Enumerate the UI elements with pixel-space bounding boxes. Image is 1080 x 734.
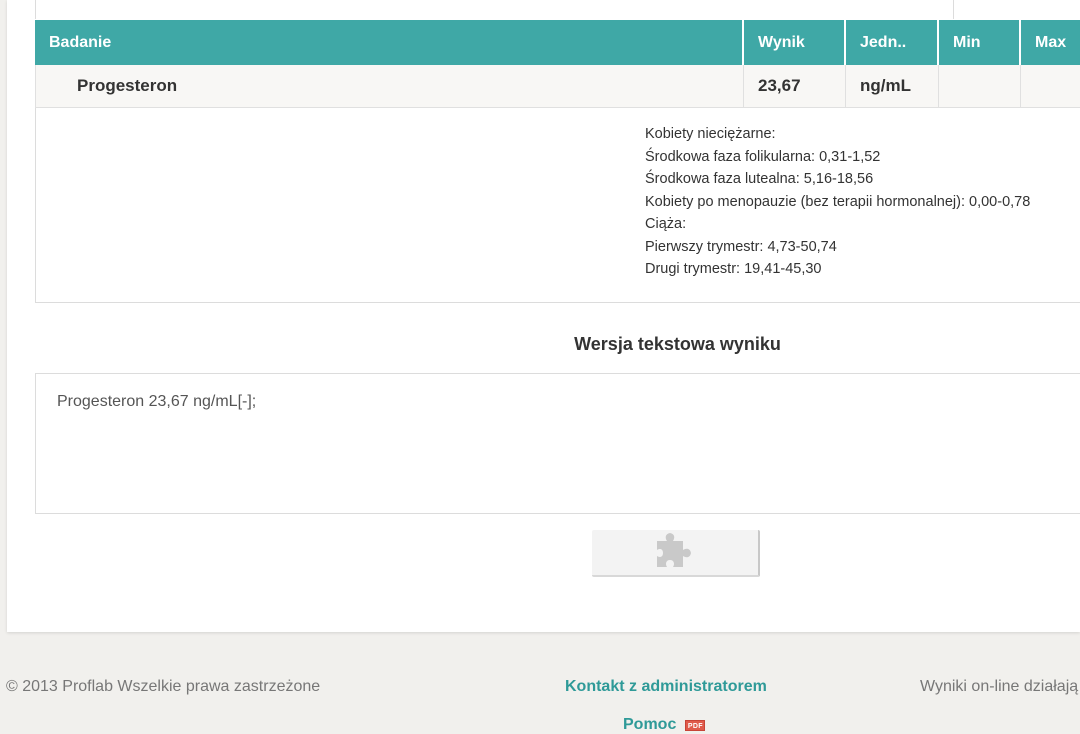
footer-status-text: Wyniki on-line działają [920,678,1079,695]
footer-copyright: © 2013 Proflab Wszelkie prawa zastrzeżon… [6,678,321,695]
max-cell [1020,65,1080,107]
reference-line: Ciąża: [645,216,687,232]
pdf-icon: PDF [685,719,706,731]
column-header-max: Max [1019,20,1080,65]
min-cell [938,65,1020,107]
test-name-cell: Progesteron [77,76,178,95]
column-header-unit: Jedn.. [844,20,937,65]
text-version-box[interactable]: Progesteron 23,67 ng/mL[-]; [35,373,1080,514]
unit-cell: ng/mL [845,65,938,107]
reference-line: Drugi trymestr: 19,41-45,30 [645,261,822,277]
reference-line: Środkowa faza folikularna: 0,31-1,52 [645,148,881,165]
column-header-result: Wynik [742,20,844,65]
column-header-test: Badanie [49,33,112,51]
text-version-value: Progesteron 23,67 ng/mL[-]; [57,393,257,410]
results-table-header: Badanie Wynik Jedn.. Min Max [35,20,1080,65]
reference-ranges-box: Kobiety nieciężarne: Środkowa faza folik… [35,108,1080,303]
reference-ranges-list: Kobiety nieciężarne: Środkowa faza folik… [645,123,1030,281]
reference-line: Kobiety po menopauzie (bez terapii hormo… [645,193,1031,210]
reference-line: Środkowa faza lutealna: 5,16-18,56 [645,171,874,187]
column-header-min: Min [937,20,1019,65]
puzzle-piece-icon [653,529,697,576]
plugin-placeholder-button[interactable] [592,530,760,577]
text-version-title: Wersja tekstowa wyniku [574,334,781,354]
table-row: Progesteron 23,67 ng/mL [35,65,1080,108]
previous-section-frame [35,0,954,19]
help-link[interactable]: Pomoc PDF [623,716,706,734]
reference-line: Kobiety nieciężarne: [645,126,776,142]
result-value-cell: 23,67 [743,65,845,107]
help-link-label: Pomoc [623,716,677,733]
contact-admin-link[interactable]: Kontakt z administratorem [565,678,767,696]
reference-line: Pierwszy trymestr: 4,73-50,74 [645,238,837,255]
